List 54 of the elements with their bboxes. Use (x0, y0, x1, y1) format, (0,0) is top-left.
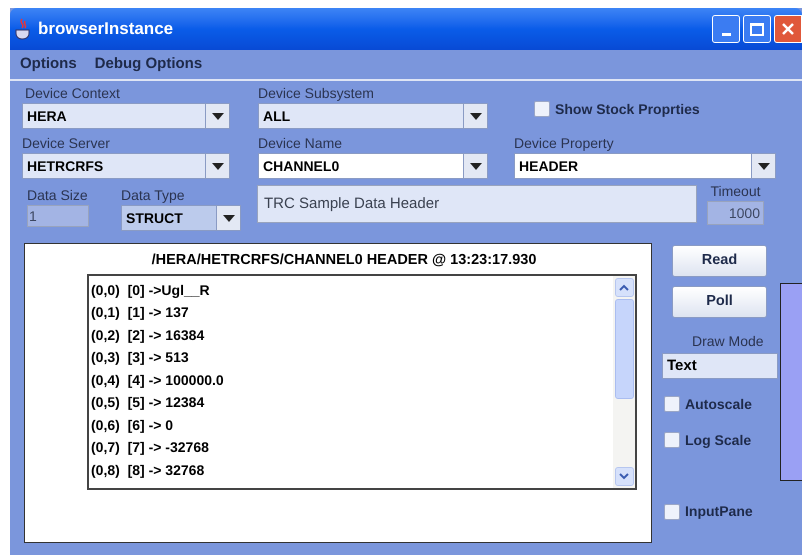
dropdown[interactable]: HERA (22, 103, 230, 129)
coffee-cup-icon (14, 18, 32, 40)
action-button[interactable]: Read (672, 245, 767, 277)
list-row[interactable]: (0,0) [0] ->Ugl__R (91, 278, 613, 302)
checkbox-label: Show Stock Proprties (555, 100, 700, 119)
field-label: Device Property (514, 135, 615, 151)
dropdown[interactable]: ALL (258, 103, 488, 129)
caret-icon (222, 214, 234, 222)
caret-icon (212, 162, 224, 170)
window-title: browserInstance (38, 18, 174, 40)
menu-item[interactable]: Debug Options (94, 53, 202, 76)
field-label: Device Server (22, 135, 111, 151)
action-button[interactable]: Poll (672, 286, 767, 318)
list-row[interactable]: (0,5) [5] -> 12384 (91, 391, 613, 414)
caret-down-icon[interactable] (619, 472, 629, 480)
field-label: Device Name (258, 135, 344, 151)
field-label: Data Type (121, 187, 186, 203)
list-row[interactable]: (0,3) [3] -> 513 (91, 346, 613, 369)
list-row[interactable]: (0,7) [7] -> -32768 (91, 436, 613, 459)
dropdown[interactable]: CHANNEL0 (258, 153, 488, 179)
menu-item[interactable]: Options (20, 53, 77, 76)
caret-up-icon[interactable] (619, 284, 629, 291)
field-label: Draw Mode (692, 332, 765, 351)
list-row[interactable]: (0,2) [2] -> 16384 (91, 324, 613, 346)
close-icon (781, 22, 795, 36)
checkbox-label: Autoscale (685, 394, 752, 414)
caret-icon (212, 112, 224, 120)
checkbox[interactable] (664, 396, 680, 412)
field-label: Device Subsystem (258, 85, 375, 101)
checkbox[interactable] (534, 101, 550, 117)
list-row[interactable]: (0,1) [1] -> 137 (91, 301, 613, 324)
display-header: /HERA/HETRCRFS/CHANNEL0 HEADER @ 13:23:17.930 (152, 251, 536, 270)
checkbox[interactable] (664, 432, 680, 448)
dropdown[interactable]: Text (662, 353, 778, 379)
checkbox-label: InputPane (685, 502, 753, 521)
maximize-button[interactable] (743, 15, 771, 43)
list-row[interactable]: (0,8) [8] -> 32768 (91, 458, 613, 482)
checkbox[interactable] (664, 504, 680, 520)
caret-icon (470, 112, 482, 120)
list-row[interactable]: (0,4) [4] -> 100000.0 (91, 368, 613, 392)
caret-icon (758, 162, 770, 170)
scrollbar[interactable] (613, 276, 635, 488)
caret-icon (470, 162, 482, 170)
dropdown[interactable]: STRUCT (121, 205, 241, 231)
dropdown[interactable]: HEADER (514, 153, 776, 179)
field-label: Timeout (710, 183, 761, 199)
field-label: Data Size (27, 187, 89, 203)
dropdown[interactable]: HETRCRFS (22, 153, 230, 179)
field-label: Device Context (24, 85, 121, 101)
description-field[interactable]: TRC Sample Data Header (257, 185, 697, 223)
checkbox-label: Log Scale (685, 430, 752, 450)
list-row[interactable]: (0,6) [6] -> 0 (91, 414, 613, 436)
close-button[interactable] (774, 15, 802, 43)
minimize-button[interactable] (712, 15, 740, 43)
